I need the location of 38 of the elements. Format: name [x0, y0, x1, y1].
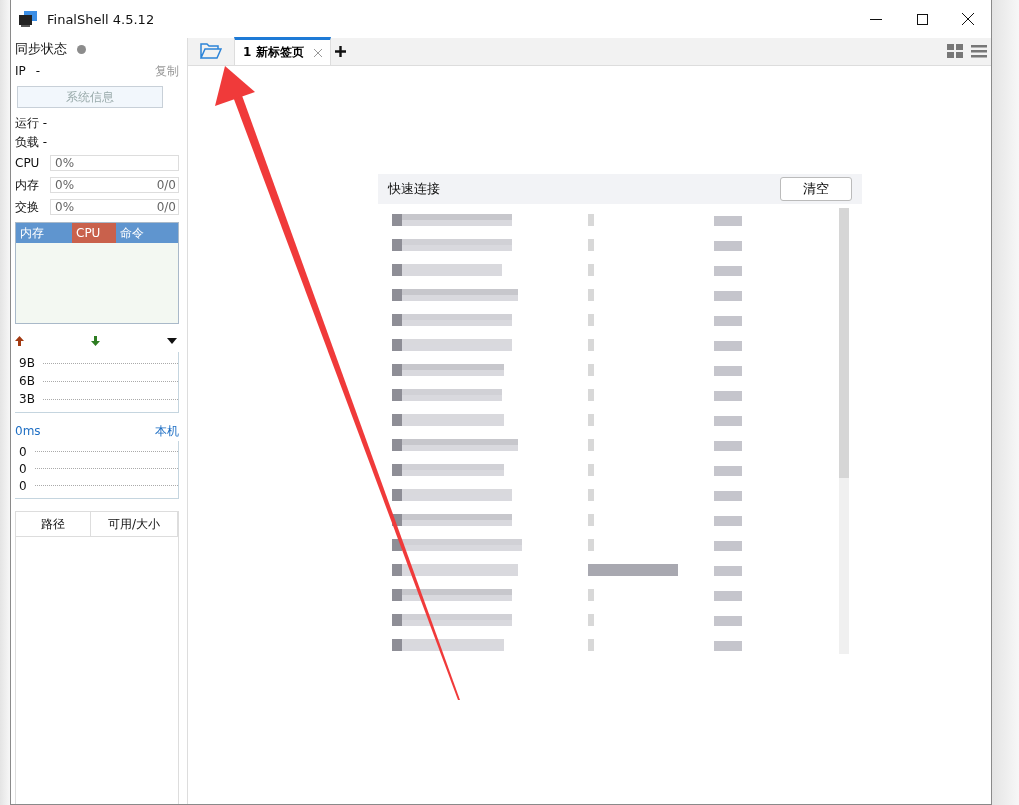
axis-label: 0 — [19, 478, 27, 493]
minimize-icon — [870, 18, 882, 20]
sync-status-label: 同步状态 — [15, 40, 67, 58]
usage-meter: 0% 0/0 — [50, 177, 179, 193]
ip-label: IP — [15, 64, 26, 78]
tab[interactable]: 1 新标签页 — [234, 37, 331, 65]
column-tab[interactable]: 命令 — [116, 223, 176, 243]
upload-arrow-icon — [15, 336, 24, 346]
maximize-icon — [916, 13, 928, 25]
download-arrow-icon — [91, 336, 100, 346]
axis-label: 9B — [19, 356, 35, 370]
close-icon — [313, 48, 322, 57]
host-link[interactable]: 本机 — [155, 422, 179, 440]
clear-button[interactable]: 清空 — [779, 177, 852, 201]
column-tab[interactable]: 内存 — [16, 223, 72, 243]
column-tab[interactable]: CPU — [72, 223, 116, 243]
close-icon — [962, 13, 974, 25]
info-text: 运行 - — [15, 115, 48, 132]
column-header[interactable]: 可用/大小 — [91, 512, 178, 536]
scrollbar[interactable] — [838, 208, 849, 654]
meter-label: 交换 — [15, 198, 40, 216]
terminal-icon — [19, 11, 37, 27]
copy-link[interactable]: 复制 — [155, 62, 179, 80]
meter-label: 内存 — [15, 176, 40, 194]
dropdown-caret-icon[interactable] — [167, 338, 177, 344]
column-header[interactable]: 路径 — [16, 512, 91, 536]
axis-label: 0 — [19, 461, 27, 476]
meter-label: CPU — [15, 156, 41, 170]
ip-value: - — [35, 64, 41, 78]
axis-label: 3B — [19, 392, 35, 406]
usage-meter: 0% — [50, 155, 179, 171]
info-text: 负载 - — [15, 134, 48, 151]
usage-meter: 0% 0/0 — [50, 199, 179, 215]
window-title: FinalShell 4.5.12 — [47, 11, 156, 27]
quick-connect-title: 快速连接 — [387, 180, 440, 198]
latency-label: 0ms — [15, 424, 41, 438]
axis-label: 0 — [19, 444, 27, 459]
axis-label: 6B — [19, 374, 35, 388]
